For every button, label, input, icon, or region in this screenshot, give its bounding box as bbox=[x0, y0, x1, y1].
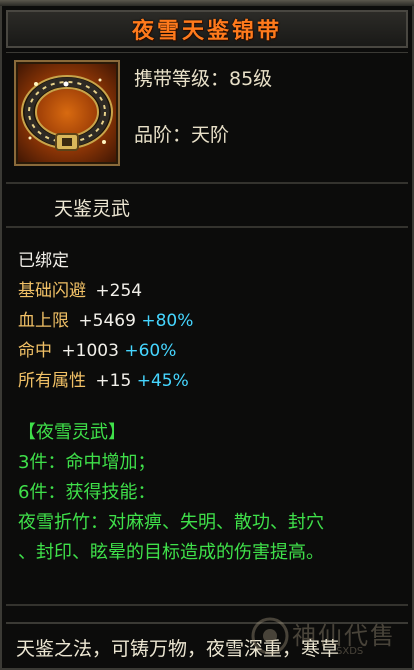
divider bbox=[6, 226, 408, 228]
watermark: 神仙代售 SXDS bbox=[248, 606, 412, 664]
item-series: 天鉴灵武 bbox=[54, 198, 131, 220]
set-effect: 夜雪折竹：对麻痹、失明、散功、封穴 bbox=[18, 512, 324, 533]
stat-value: +1003 bbox=[61, 341, 119, 361]
set-name: 【夜雪灵武】 bbox=[18, 422, 126, 443]
belt-icon-graphic bbox=[21, 75, 113, 151]
bound-status: 已绑定 bbox=[18, 251, 69, 271]
stat-row: 所有属性 +15 +45% bbox=[18, 366, 189, 391]
stat-name: 基础闪避 bbox=[18, 281, 86, 301]
stat-name: 命中 bbox=[18, 341, 52, 361]
stat-bonus: +80% bbox=[141, 311, 194, 331]
stat-row: 基础闪避 +254 bbox=[18, 276, 142, 301]
stat-row: 命中 +1003 +60% bbox=[18, 336, 176, 361]
top-border bbox=[0, 0, 414, 6]
stat-bonus: +45% bbox=[136, 371, 189, 391]
stat-value: +5469 bbox=[78, 311, 136, 331]
title-bar: 夜雪天鉴锦带 bbox=[6, 10, 408, 48]
stat-value: +254 bbox=[95, 281, 143, 301]
watermark-logo-icon bbox=[251, 617, 289, 655]
set-effect: 3件：命中增加； bbox=[18, 452, 156, 473]
set-effect: 、封印、眩晕的目标造成的伤害提高。 bbox=[18, 542, 324, 563]
divider bbox=[6, 182, 408, 184]
carry-level: 携带等级：85级 bbox=[134, 68, 273, 90]
stat-bonus: +60% bbox=[124, 341, 177, 361]
stat-name: 所有属性 bbox=[18, 371, 86, 391]
stat-row: 血上限 +5469 +80% bbox=[18, 306, 193, 331]
stat-name: 血上限 bbox=[18, 311, 69, 331]
set-effect: 6件：获得技能： bbox=[18, 482, 156, 503]
belt-icon[interactable] bbox=[14, 60, 120, 166]
item-title: 夜雪天鉴锦带 bbox=[131, 19, 282, 44]
watermark-small-text: SXDS bbox=[336, 646, 364, 657]
stat-value: +15 bbox=[95, 371, 132, 391]
item-grade: 品阶：天阶 bbox=[134, 124, 230, 146]
